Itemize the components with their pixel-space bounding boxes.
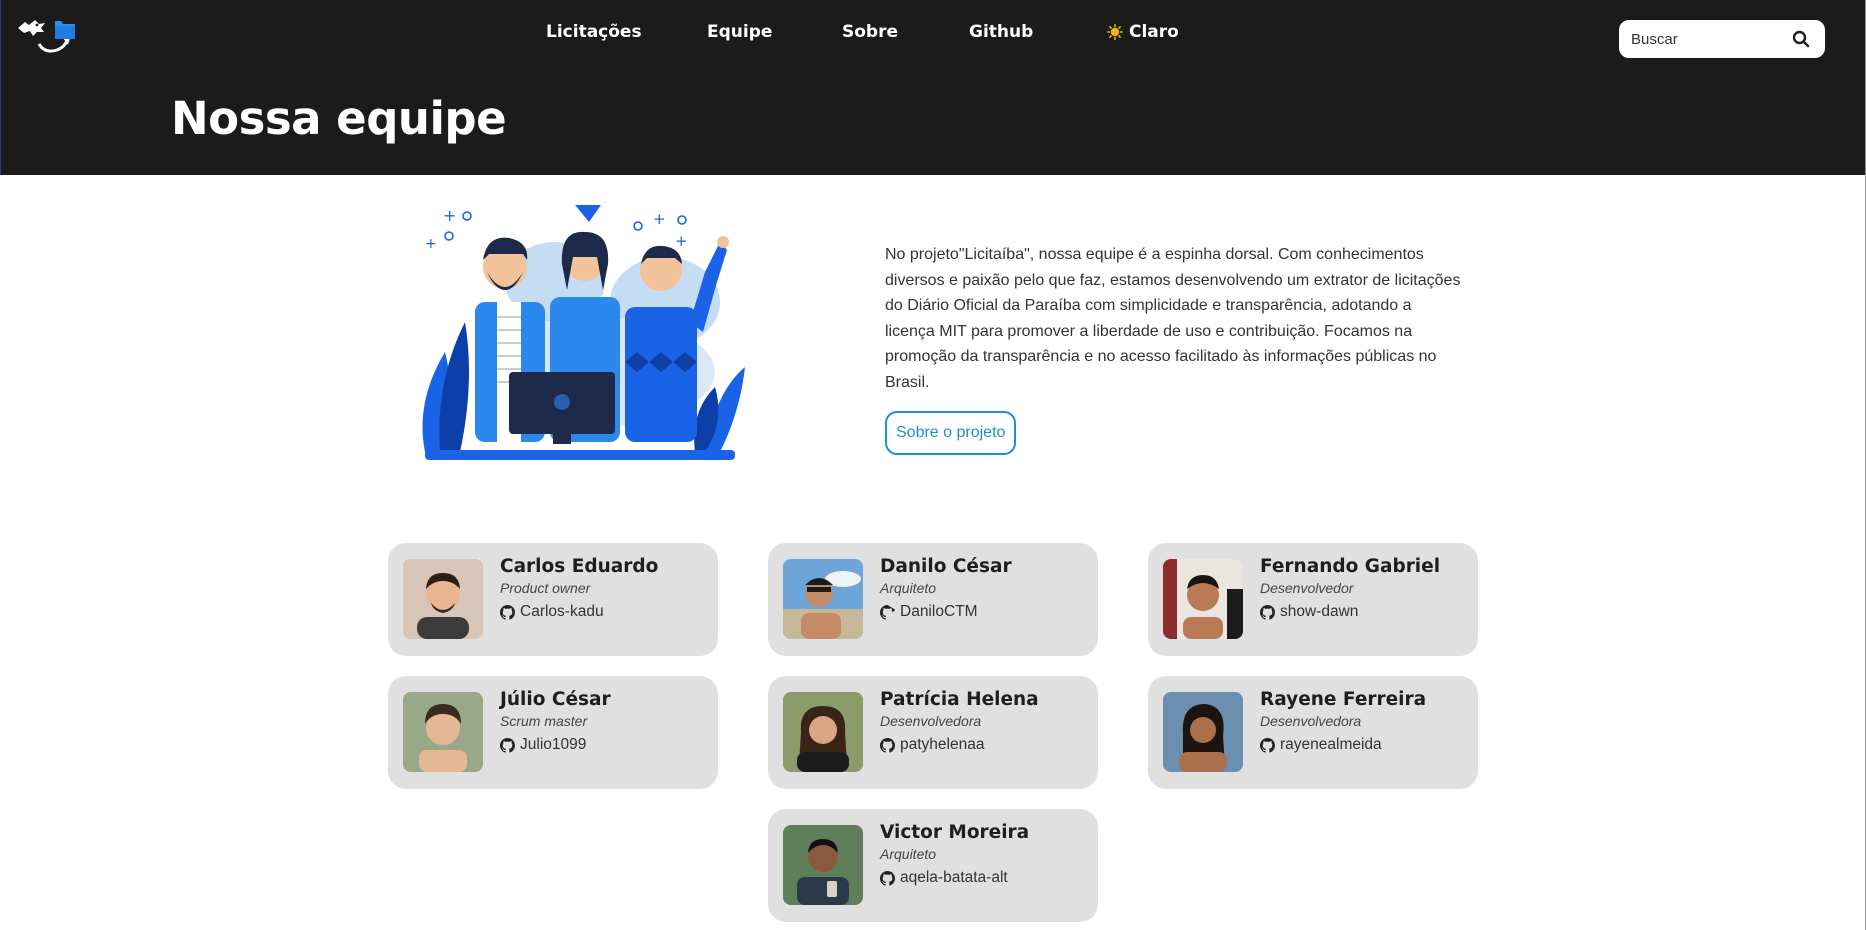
member-name: Júlio César	[500, 689, 611, 710]
main-nav: Licitações Equipe Sobre Github Claro	[1, 22, 1866, 46]
member-role: Arquiteto	[880, 846, 937, 862]
github-icon	[500, 737, 515, 753]
github-icon	[500, 604, 515, 620]
about-project-button[interactable]: Sobre o projeto	[885, 411, 1017, 455]
member-name: Carlos Eduardo	[500, 556, 659, 577]
member-role: Product owner	[500, 580, 591, 596]
member-role: Arquiteto	[880, 580, 937, 596]
nav-equipe[interactable]: Equipe	[707, 22, 772, 42]
github-username: patyhelenaa	[900, 736, 985, 753]
member-github-link[interactable]: patyhelenaa	[880, 736, 984, 754]
member-card-rayene: Rayene Ferreira Desenvolvedora rayenealm…	[1148, 676, 1478, 789]
svg-text:+: +	[443, 206, 456, 225]
member-name: Fernando Gabriel	[1260, 556, 1441, 577]
nav-licitacoes[interactable]: Licitações	[546, 22, 642, 42]
avatar	[783, 825, 863, 905]
github-username: aqela-batata-alt	[900, 869, 1008, 886]
github-username: rayenealmeida	[1280, 736, 1382, 753]
member-name: Danilo César	[880, 556, 1012, 577]
member-role: Desenvolvedora	[880, 713, 982, 729]
theme-toggle[interactable]: Claro	[1107, 22, 1179, 42]
member-card-julio: Júlio César Scrum master Julio1099	[388, 676, 718, 789]
sun-icon	[1107, 24, 1123, 40]
member-card-fernando: Fernando Gabriel Desenvolvedor show-dawn	[1148, 543, 1478, 656]
member-github-link[interactable]: show-dawn	[1260, 603, 1358, 621]
member-name: Rayene Ferreira	[1260, 689, 1427, 710]
github-icon	[1260, 604, 1275, 620]
member-name: Patrícia Helena	[880, 689, 1039, 710]
github-username: Carlos-kadu	[520, 603, 604, 620]
theme-toggle-label: Claro	[1129, 22, 1179, 42]
avatar	[1163, 692, 1243, 772]
page-title: Nossa equipe	[171, 92, 507, 145]
nav-sobre[interactable]: Sobre	[842, 22, 898, 42]
member-role: Desenvolvedor	[1260, 580, 1354, 596]
member-github-link[interactable]: Carlos-kadu	[500, 603, 604, 621]
member-github-link[interactable]: rayenealmeida	[1260, 736, 1382, 754]
search-icon[interactable]	[1792, 30, 1810, 48]
member-role: Scrum master	[500, 713, 588, 729]
github-icon	[880, 870, 895, 886]
member-name: Victor Moreira	[880, 822, 1030, 843]
member-card-victor: Victor Moreira Arquiteto aqela-batata-al…	[768, 809, 1098, 922]
github-username: DaniloCTM	[900, 603, 978, 620]
member-github-link[interactable]: Julio1099	[500, 736, 586, 754]
svg-text:+: +	[653, 210, 666, 228]
member-card-patricia: Patrícia Helena Desenvolvedora patyhelen…	[768, 676, 1098, 789]
svg-text:+: +	[425, 236, 437, 252]
member-card-carlos: Carlos Eduardo Product owner Carlos-kadu	[388, 543, 718, 656]
intro-text: No projeto"Licitaíba", nossa equipe é a …	[885, 246, 1461, 391]
avatar	[783, 692, 863, 772]
github-username: show-dawn	[1280, 603, 1359, 620]
github-username: Julio1099	[520, 736, 587, 753]
avatar	[1163, 559, 1243, 639]
github-icon	[1260, 737, 1275, 753]
member-role: Desenvolvedora	[1260, 713, 1362, 729]
avatar	[403, 559, 483, 639]
avatar	[783, 559, 863, 639]
header: Licitações Equipe Sobre Github Claro Nos…	[0, 0, 1866, 175]
avatar	[403, 692, 483, 772]
nav-github[interactable]: Github	[969, 22, 1033, 42]
team-illustration: + + + +	[405, 202, 755, 460]
member-github-link[interactable]: DaniloCTM	[880, 603, 978, 621]
github-icon	[880, 604, 895, 620]
member-card-danilo: Danilo César Arquiteto DaniloCTM	[768, 543, 1098, 656]
search-input[interactable]	[1631, 30, 1781, 48]
github-icon	[880, 737, 895, 753]
search-box	[1619, 20, 1825, 58]
svg-text:+: +	[675, 232, 688, 250]
member-github-link[interactable]: aqela-batata-alt	[880, 869, 1008, 887]
